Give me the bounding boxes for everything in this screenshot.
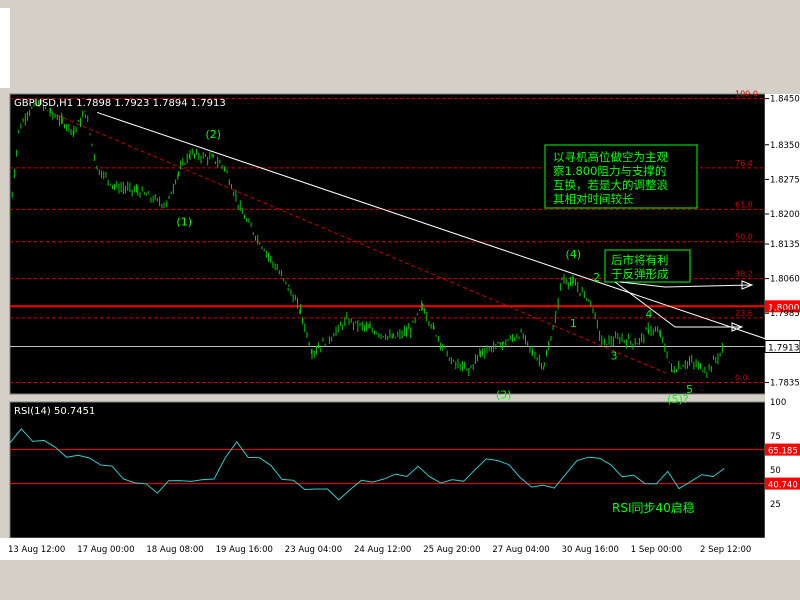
wave-label-5: 1	[570, 317, 577, 330]
window-border	[0, 8, 10, 88]
time-tick-label-9: 1 Sep 00:00	[631, 545, 682, 555]
rsi-tick-label-2: 50	[770, 466, 781, 476]
price-tick-label-7: 1.7835	[770, 378, 800, 388]
rsi-value: 50.7451	[54, 406, 95, 417]
time-tick-label-2: 18 Aug 08:00	[146, 545, 203, 555]
price-tick-label-4: 1.8135	[770, 240, 800, 250]
wave-label-3: (4)	[566, 248, 582, 261]
rebound-note-text: 后市将有利 于反弹形成	[611, 253, 672, 281]
rebound-note-line-1: 后市将有利	[611, 253, 669, 267]
status-bar	[0, 560, 800, 600]
rsi-panel[interactable]	[9, 401, 766, 539]
time-tick-label-8: 30 Aug 16:00	[562, 545, 619, 555]
time-tick-label-5: 24 Aug 12:00	[354, 545, 411, 555]
main-note-line-2: 察1.800阻力与支撑的	[553, 164, 666, 178]
price-tick-label-0: 1.8450	[770, 95, 800, 105]
time-tick-label-3: 19 Aug 16:00	[216, 545, 273, 555]
wave-label-7: 3	[611, 349, 618, 362]
fib-label-3: 50.0	[735, 233, 753, 242]
main-note-line-3: 互换，若是大的调整浪	[553, 178, 668, 192]
rebound-note-line-2: 于反弹形成	[611, 267, 669, 281]
rsi-header: RSI(14) 50.7451	[14, 406, 95, 417]
time-tick-label-1: 17 Aug 00:00	[77, 545, 134, 555]
fib-label-2: 61.8	[735, 200, 753, 209]
time-tick-label-0: 13 Aug 12:00	[8, 545, 65, 555]
price-tick-label-6: 1.7985	[770, 309, 800, 319]
wave-label-6: 2	[593, 271, 600, 284]
time-tick-label-4: 23 Aug 04:00	[285, 545, 342, 555]
wave-label-9: 5	[686, 383, 693, 396]
price-tick-label-2: 1.8275	[770, 175, 800, 185]
rsi-tick-label-0: 100	[770, 398, 786, 408]
chart-canvas: 100.076.461.850.038.223.60.01.8000 (1)(2…	[0, 0, 800, 560]
main-note-line-4: 其相对时间较长	[553, 192, 634, 206]
fib-label-4: 38.2	[735, 270, 753, 279]
price-tick-label-5: 1.8060	[770, 275, 800, 285]
price-tick-label-3: 1.8200	[770, 210, 800, 220]
wave-label-0: (1)	[176, 216, 192, 229]
time-tick-label-6: 25 Aug 20:00	[423, 545, 480, 555]
price-panel[interactable]	[9, 93, 766, 395]
fib-label-6: 0.0	[735, 373, 748, 382]
fib-label-0: 100.0	[735, 90, 758, 99]
rsi-tick-label-3: 25	[770, 500, 781, 510]
time-tick-label-10: 2 Sep 12:00	[700, 545, 751, 555]
rsi-level-label-0: 65.185	[768, 447, 798, 457]
fib-label-5: 23.6	[735, 309, 753, 318]
time-tick-label-7: 27 Aug 04:00	[492, 545, 549, 555]
fib-label-1: 76.4	[735, 159, 753, 168]
time-axis-ticks: 13 Aug 12:00 17 Aug 00:00 18 Aug 08:00 19 A…	[8, 545, 751, 555]
rsi-tick-label-1: 75	[770, 432, 781, 442]
current-price-label: 1.7913	[768, 343, 800, 353]
rsi-note: RSI同步40启稳	[612, 500, 695, 515]
wave-label-2: (3)	[496, 389, 512, 402]
symbol-header: GBPUSD,H1 1.7898 1.7923 1.7894 1.7913	[14, 98, 226, 109]
wave-label-1: (2)	[205, 128, 221, 141]
price-tick-label-1: 1.8350	[770, 141, 800, 151]
main-note-line-1: 以寻机高位做空为主观	[553, 150, 668, 164]
rsi-indicator-name: RSI(14)	[14, 406, 51, 417]
rsi-level-label-1: 40.740	[768, 481, 798, 491]
